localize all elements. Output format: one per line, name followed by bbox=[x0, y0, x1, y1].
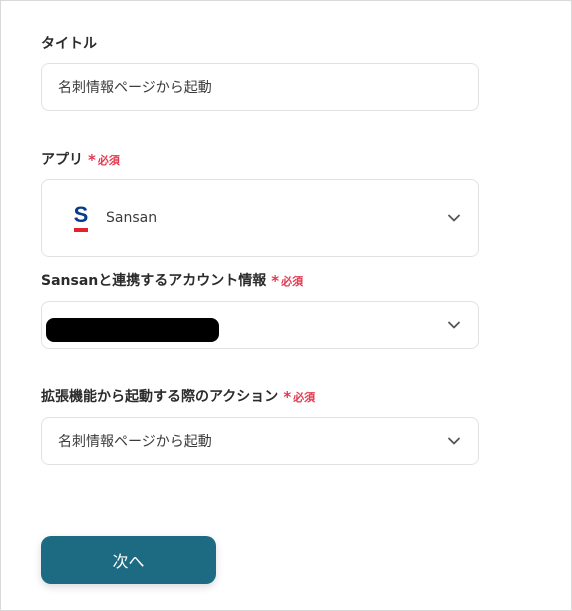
app-name: Sansan bbox=[106, 210, 158, 226]
title-label: タイトル bbox=[41, 35, 97, 53]
account-label-text: Sansanと連携するアカウント情報 bbox=[41, 273, 267, 289]
required-badge: * 必須 bbox=[271, 272, 304, 290]
action-select-value: 名刺情報ページから起動 bbox=[58, 434, 212, 450]
account-label: Sansanと連携するアカウント情報 * 必須 bbox=[41, 272, 303, 291]
action-label-text: 拡張機能から起動する際のアクション bbox=[41, 389, 279, 405]
required-badge: * 必須 bbox=[283, 388, 316, 406]
account-select[interactable] bbox=[41, 301, 479, 349]
redacted-account-value bbox=[46, 318, 219, 342]
sansan-logo-bar bbox=[74, 228, 88, 232]
action-label: 拡張機能から起動する際のアクション * 必須 bbox=[41, 388, 315, 407]
title-label-text: タイトル bbox=[41, 36, 97, 52]
chevron-down-icon[interactable] bbox=[447, 211, 461, 225]
chevron-down-icon[interactable] bbox=[447, 318, 461, 332]
title-input-value: 名刺情報ページから起動 bbox=[58, 80, 212, 96]
required-badge: * 必須 bbox=[88, 151, 120, 169]
title-input[interactable]: 名刺情報ページから起動 bbox=[41, 63, 479, 111]
app-label-text: アプリ bbox=[41, 152, 83, 168]
app-label: アプリ * 必須 bbox=[41, 151, 120, 170]
chevron-down-icon[interactable] bbox=[447, 434, 461, 448]
app-select[interactable]: S Sansan bbox=[41, 179, 479, 257]
action-select[interactable]: 名刺情報ページから起動 bbox=[41, 417, 479, 465]
form-page: タイトル 名刺情報ページから起動 アプリ * 必須 S Sansan Sansanと… bbox=[0, 0, 572, 611]
sansan-logo-icon: S bbox=[72, 204, 90, 234]
sansan-logo-letter: S bbox=[73, 202, 89, 227]
next-button[interactable]: 次へ bbox=[41, 536, 216, 584]
